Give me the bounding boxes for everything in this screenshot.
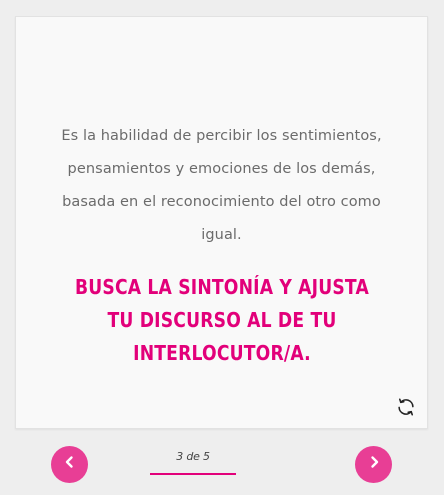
next-button[interactable] [355,446,392,483]
refresh-icon[interactable] [395,396,417,418]
card-description: Es la habilidad de percibir los sentimie… [61,128,382,243]
previous-button[interactable] [51,446,88,483]
chevron-right-icon [367,455,381,474]
page-indicator-underline [150,473,236,475]
flashcard[interactable]: Es la habilidad de percibir los sentimie… [15,16,428,429]
chevron-left-icon [63,455,77,474]
card-content: Es la habilidad de percibir los sentimie… [16,120,427,370]
page-counter: 3 de 5 [176,450,210,463]
page-indicator: 3 de 5 [150,450,236,476]
card-highlight: BUSCA LA SINTONÍA Y AJUSTA TU DISCURSO A… [74,275,369,365]
